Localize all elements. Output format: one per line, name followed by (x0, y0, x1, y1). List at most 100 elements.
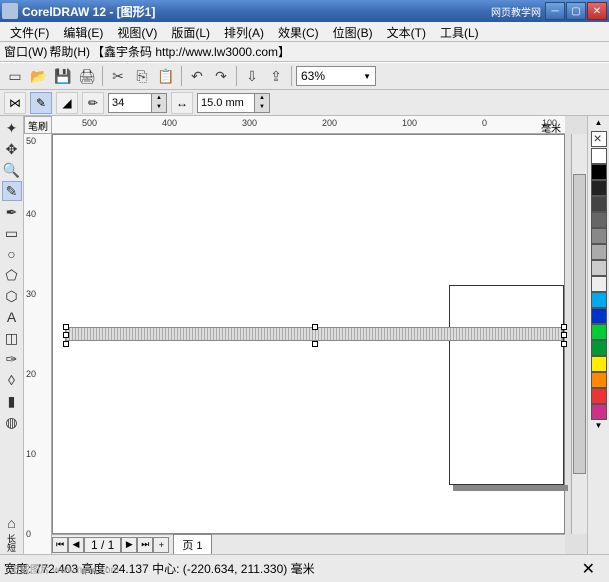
redo-icon[interactable]: ↷ (210, 65, 232, 87)
vertical-scrollbar[interactable] (571, 134, 587, 534)
undo-icon[interactable]: ↶ (186, 65, 208, 87)
scrollbar-thumb[interactable] (573, 174, 586, 474)
print-icon[interactable]: 🖨 (76, 65, 98, 87)
color-swatch[interactable] (591, 148, 607, 164)
menu-edit[interactable]: 编辑(E) (57, 22, 109, 43)
spin-up-icon[interactable]: ▲ (254, 94, 269, 103)
spin-down-icon[interactable]: ▼ (151, 103, 166, 112)
freehand-tool-icon[interactable]: ✎ (2, 181, 22, 201)
close-button[interactable]: ✕ (587, 2, 607, 20)
smart-tool-icon[interactable]: ✒ (2, 202, 22, 222)
page-shadow (453, 485, 568, 491)
page-tab[interactable]: 页 1 (173, 534, 211, 554)
stroke-width-input[interactable] (109, 97, 151, 109)
color-swatch[interactable] (591, 276, 607, 292)
basic-shapes-icon[interactable]: ⬡ (2, 286, 22, 306)
handle-bot-left[interactable] (63, 341, 69, 347)
handle-bot-right[interactable] (561, 341, 567, 347)
ruler-unit: 毫米 (541, 120, 561, 135)
ruler-tick: 50 (26, 136, 36, 146)
chevron-down-icon: ▼ (363, 72, 371, 81)
handle-top-right[interactable] (561, 324, 567, 330)
color-swatch[interactable] (591, 404, 607, 420)
color-swatch[interactable] (591, 372, 607, 388)
dimension-spinner[interactable]: ▲▼ (197, 93, 270, 113)
menu-view[interactable]: 视图(V) (111, 22, 163, 43)
brush-mode-icon[interactable]: ✎ (30, 92, 52, 114)
shape-tool-icon[interactable]: ✥ (2, 139, 22, 159)
prev-page-icon[interactable]: ◀ (68, 537, 84, 553)
palette-down-icon[interactable]: ▼ (591, 421, 607, 433)
menu-bitmap[interactable]: 位图(B) (327, 22, 379, 43)
handle-bot-mid[interactable] (312, 341, 318, 347)
color-swatch[interactable] (591, 180, 607, 196)
no-fill-swatch[interactable] (591, 131, 607, 147)
dimension-icon[interactable]: ↔ (171, 92, 193, 114)
ellipse-tool-icon[interactable]: ○ (2, 244, 22, 264)
handle-top-mid[interactable] (312, 324, 318, 330)
docker-icon[interactable]: ⌂ (2, 513, 22, 533)
menu-tools[interactable]: 工具(L) (434, 22, 485, 43)
open-icon[interactable]: 📂 (28, 65, 50, 87)
cut-icon[interactable]: ✂ (107, 65, 129, 87)
maximize-button[interactable]: ▢ (566, 2, 586, 20)
color-swatch[interactable] (591, 340, 607, 356)
color-swatch[interactable] (591, 356, 607, 372)
menu-window[interactable]: 窗口(W) (4, 43, 47, 60)
color-swatch[interactable] (591, 308, 607, 324)
spin-up-icon[interactable]: ▲ (151, 94, 166, 103)
last-page-icon[interactable]: ⏭ (137, 537, 153, 553)
ruler-tick: 40 (26, 209, 36, 219)
menu-layout[interactable]: 版面(L) (165, 22, 216, 43)
status-close-icon[interactable]: ✕ (582, 559, 605, 579)
rectangle-tool-icon[interactable]: ▭ (2, 223, 22, 243)
spin-down-icon[interactable]: ▼ (254, 103, 269, 112)
color-swatch[interactable] (591, 388, 607, 404)
zoom-tool-icon[interactable]: 🔍 (2, 160, 22, 180)
copy-icon[interactable]: ⎘ (131, 65, 153, 87)
color-swatch[interactable] (591, 196, 607, 212)
pick-tool-icon[interactable]: ✦ (2, 118, 22, 138)
zoom-select[interactable]: 63% ▼ (296, 66, 376, 86)
save-icon[interactable]: 💾 (52, 65, 74, 87)
menu-file[interactable]: 文件(F) (4, 22, 55, 43)
interactive-fill-icon[interactable]: ◍ (2, 412, 22, 432)
minimize-button[interactable]: ─ (545, 2, 565, 20)
menu-help[interactable]: 帮助(H) (49, 43, 90, 60)
first-page-icon[interactable]: ⏮ (52, 537, 68, 553)
eyedropper-tool-icon[interactable]: ✑ (2, 349, 22, 369)
color-swatch[interactable] (591, 292, 607, 308)
menu-text[interactable]: 文本(T) (381, 22, 432, 43)
menu-effects[interactable]: 效果(C) (272, 22, 325, 43)
new-icon[interactable]: ▭ (4, 65, 26, 87)
palette-up-icon[interactable]: ▲ (591, 118, 607, 130)
canvas[interactable] (52, 134, 565, 534)
handle-mid-right[interactable] (561, 332, 567, 338)
import-icon[interactable]: ⇩ (241, 65, 263, 87)
handle-top-left[interactable] (63, 324, 69, 330)
export-icon[interactable]: ⇪ (265, 65, 287, 87)
text-tool-icon[interactable]: A (2, 307, 22, 327)
color-swatch[interactable] (591, 164, 607, 180)
polygon-tool-icon[interactable]: ⬠ (2, 265, 22, 285)
color-swatch[interactable] (591, 244, 607, 260)
blend-tool-icon[interactable]: ◫ (2, 328, 22, 348)
color-swatch[interactable] (591, 324, 607, 340)
mode-icon-4[interactable]: ✏ (82, 92, 104, 114)
page-navigator: ⏮ ◀ 1 / 1 ▶ ⏭ + 页 1 (52, 534, 565, 554)
color-swatch[interactable] (591, 260, 607, 276)
outline-tool-icon[interactable]: ◊ (2, 370, 22, 390)
next-page-icon[interactable]: ▶ (121, 537, 137, 553)
ruler-tick: 300 (242, 118, 257, 128)
color-swatch[interactable] (591, 212, 607, 228)
menu-arrange[interactable]: 排列(A) (218, 22, 270, 43)
mode-icon-3[interactable]: ◢ (56, 92, 78, 114)
handle-mid-left[interactable] (63, 332, 69, 338)
add-page-icon[interactable]: + (153, 537, 169, 553)
mode-icon-1[interactable]: ⋈ (4, 92, 26, 114)
paste-icon[interactable]: 📋 (155, 65, 177, 87)
dimension-input[interactable] (198, 97, 254, 109)
color-swatch[interactable] (591, 228, 607, 244)
stroke-width-spinner[interactable]: ▲▼ (108, 93, 167, 113)
fill-tool-icon[interactable]: ▮ (2, 391, 22, 411)
